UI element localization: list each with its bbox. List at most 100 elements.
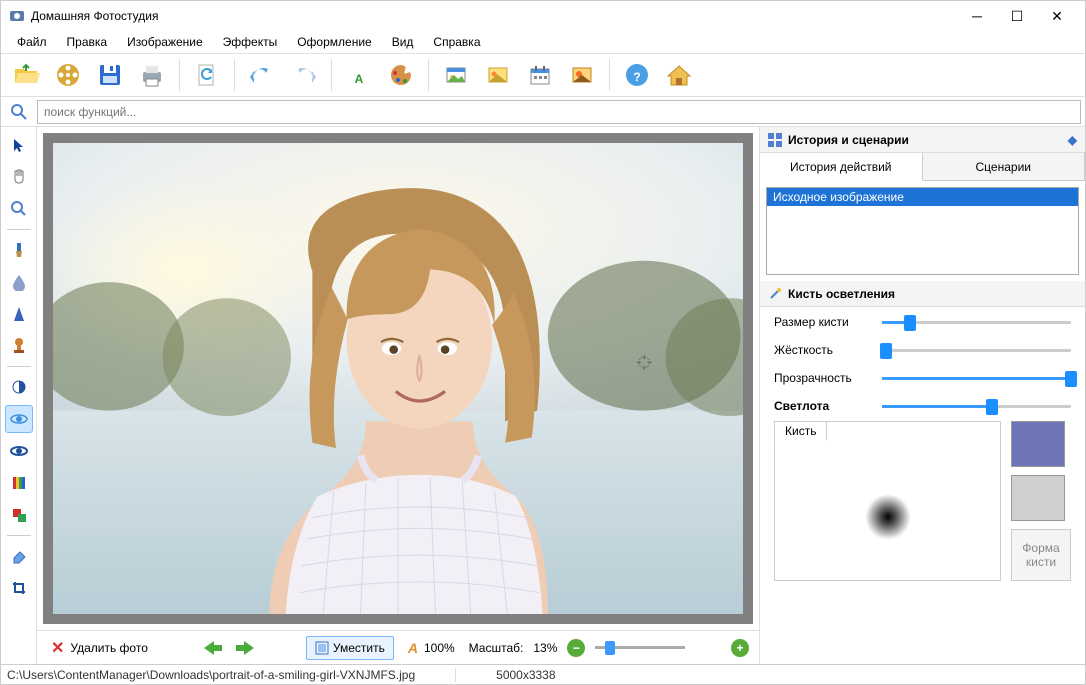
save-button[interactable] xyxy=(91,56,129,94)
right-panel: История и сценарии ◆ История действий Сц… xyxy=(759,127,1085,664)
menubar: Файл Правка Изображение Эффекты Оформлен… xyxy=(1,31,1085,53)
eraser-tool[interactable] xyxy=(5,542,33,570)
preview-tab-label: Кисть xyxy=(774,421,827,441)
open-folder-button[interactable] xyxy=(7,56,45,94)
menu-image[interactable]: Изображение xyxy=(119,33,211,51)
svg-text:?: ? xyxy=(633,70,640,84)
status-path: C:\Users\ContentManager\Downloads\portra… xyxy=(7,668,456,682)
tab-history[interactable]: История действий xyxy=(760,153,923,181)
crop-tool[interactable] xyxy=(5,574,33,602)
zoom-slider[interactable] xyxy=(595,646,685,649)
hardness-slider[interactable] xyxy=(882,349,1071,352)
menu-file[interactable]: Файл xyxy=(9,33,55,51)
search-icon xyxy=(5,99,33,125)
image-small-button[interactable] xyxy=(437,56,475,94)
menu-edit[interactable]: Правка xyxy=(59,33,116,51)
scale-value: 13% xyxy=(533,641,557,655)
history-item[interactable]: Исходное изображение xyxy=(767,188,1078,206)
menu-effects[interactable]: Эффекты xyxy=(215,33,286,51)
delete-photo-button[interactable]: ✕ Удалить фото xyxy=(47,636,152,660)
hardness-label: Жёсткость xyxy=(774,343,874,357)
zoom-tool[interactable] xyxy=(5,195,33,223)
menu-help[interactable]: Справка xyxy=(425,33,488,51)
text-a-icon: A xyxy=(408,640,418,656)
reset-zoom-button[interactable]: A 100% xyxy=(404,638,459,658)
delete-icon: ✕ xyxy=(51,638,64,658)
hand-tool[interactable] xyxy=(5,163,33,191)
lightness-label: Светлота xyxy=(774,399,874,413)
contrast-tool[interactable] xyxy=(5,373,33,401)
brush-header-label: Кисть осветления xyxy=(788,287,895,301)
canvas-area: ✕ Удалить фото Уместить A 100% Масштаб: … xyxy=(37,127,759,664)
fit-icon xyxy=(315,641,329,655)
calendar-button[interactable] xyxy=(521,56,559,94)
color-chips: Форма кисти xyxy=(1011,421,1071,581)
history-panel-header: История и сценарии ◆ xyxy=(760,127,1085,153)
brush-preview: Кисть xyxy=(774,421,1001,581)
palette-button[interactable] xyxy=(382,56,420,94)
history-list[interactable]: Исходное изображение xyxy=(766,187,1079,275)
primary-color-chip[interactable] xyxy=(1011,421,1065,467)
maximize-button[interactable]: ☐ xyxy=(997,2,1037,30)
grid-icon xyxy=(768,133,782,147)
app-title: Домашняя Фотостудия xyxy=(31,9,957,23)
fit-label: Уместить xyxy=(333,641,385,655)
status-dimensions: 5000x3338 xyxy=(496,668,555,682)
secondary-color-chip[interactable] xyxy=(1011,475,1065,521)
image-yellow-button[interactable] xyxy=(479,56,517,94)
main-content: ✕ Удалить фото Уместить A 100% Масштаб: … xyxy=(1,127,1085,664)
search-row xyxy=(1,97,1085,127)
history-tabs: История действий Сценарии xyxy=(760,153,1085,181)
brush-tool[interactable] xyxy=(5,236,33,264)
brush-preview-area: Кисть Форма кисти xyxy=(760,421,1085,591)
replace-color-tool[interactable] xyxy=(5,501,33,529)
tab-scenarios[interactable]: Сценарии xyxy=(923,153,1086,180)
status-bar: C:\Users\ContentManager\Downloads\portra… xyxy=(1,664,1085,684)
stamp-tool[interactable] xyxy=(5,332,33,360)
lightness-slider[interactable] xyxy=(882,405,1071,408)
minimize-button[interactable]: ─ xyxy=(957,2,997,30)
print-button[interactable] xyxy=(133,56,171,94)
burn-tool[interactable] xyxy=(5,437,33,465)
size-label: Размер кисти xyxy=(774,315,874,329)
text-button[interactable]: A xyxy=(340,56,378,94)
blur-tool[interactable] xyxy=(5,268,33,296)
app-icon xyxy=(9,8,25,24)
brush-params: Размер кисти Жёсткость Прозрачность Свет… xyxy=(760,307,1085,421)
prev-button[interactable] xyxy=(202,639,224,657)
undo-button[interactable] xyxy=(243,56,281,94)
pointer-tool[interactable] xyxy=(5,131,33,159)
zoom-out-button[interactable]: − xyxy=(567,639,585,657)
redo-button[interactable] xyxy=(285,56,323,94)
gradient-tool[interactable] xyxy=(5,469,33,497)
menu-view[interactable]: Вид xyxy=(384,33,422,51)
dodge-tool[interactable] xyxy=(5,405,33,433)
size-slider[interactable] xyxy=(882,321,1071,324)
svg-text:A: A xyxy=(355,72,364,86)
sharpen-tool[interactable] xyxy=(5,300,33,328)
brush-dot xyxy=(865,494,911,540)
page-refresh-button[interactable] xyxy=(188,56,226,94)
image-sunset-button[interactable] xyxy=(563,56,601,94)
history-header-label: История и сценарии xyxy=(788,133,909,147)
collapse-icon[interactable]: ◆ xyxy=(1068,133,1077,147)
toolbar: A ? xyxy=(1,53,1085,97)
titlebar: Домашняя Фотостудия ─ ☐ ✕ xyxy=(1,1,1085,31)
opacity-slider[interactable] xyxy=(882,377,1071,380)
help-button[interactable]: ? xyxy=(618,56,656,94)
brush-shape-button[interactable]: Форма кисти xyxy=(1011,529,1071,581)
photo-image xyxy=(53,143,743,614)
tool-strip xyxy=(1,127,37,664)
canvas[interactable] xyxy=(43,133,753,624)
fit-button[interactable]: Уместить xyxy=(306,636,394,660)
reset-zoom-label: 100% xyxy=(424,641,455,655)
bottom-bar: ✕ Удалить фото Уместить A 100% Масштаб: … xyxy=(37,630,759,664)
home-button[interactable] xyxy=(660,56,698,94)
film-reel-button[interactable] xyxy=(49,56,87,94)
delete-photo-label: Удалить фото xyxy=(70,641,147,655)
zoom-in-button[interactable]: + xyxy=(731,639,749,657)
next-button[interactable] xyxy=(234,639,256,657)
menu-design[interactable]: Оформление xyxy=(289,33,379,51)
close-button[interactable]: ✕ xyxy=(1037,2,1077,30)
search-input[interactable] xyxy=(37,100,1081,124)
